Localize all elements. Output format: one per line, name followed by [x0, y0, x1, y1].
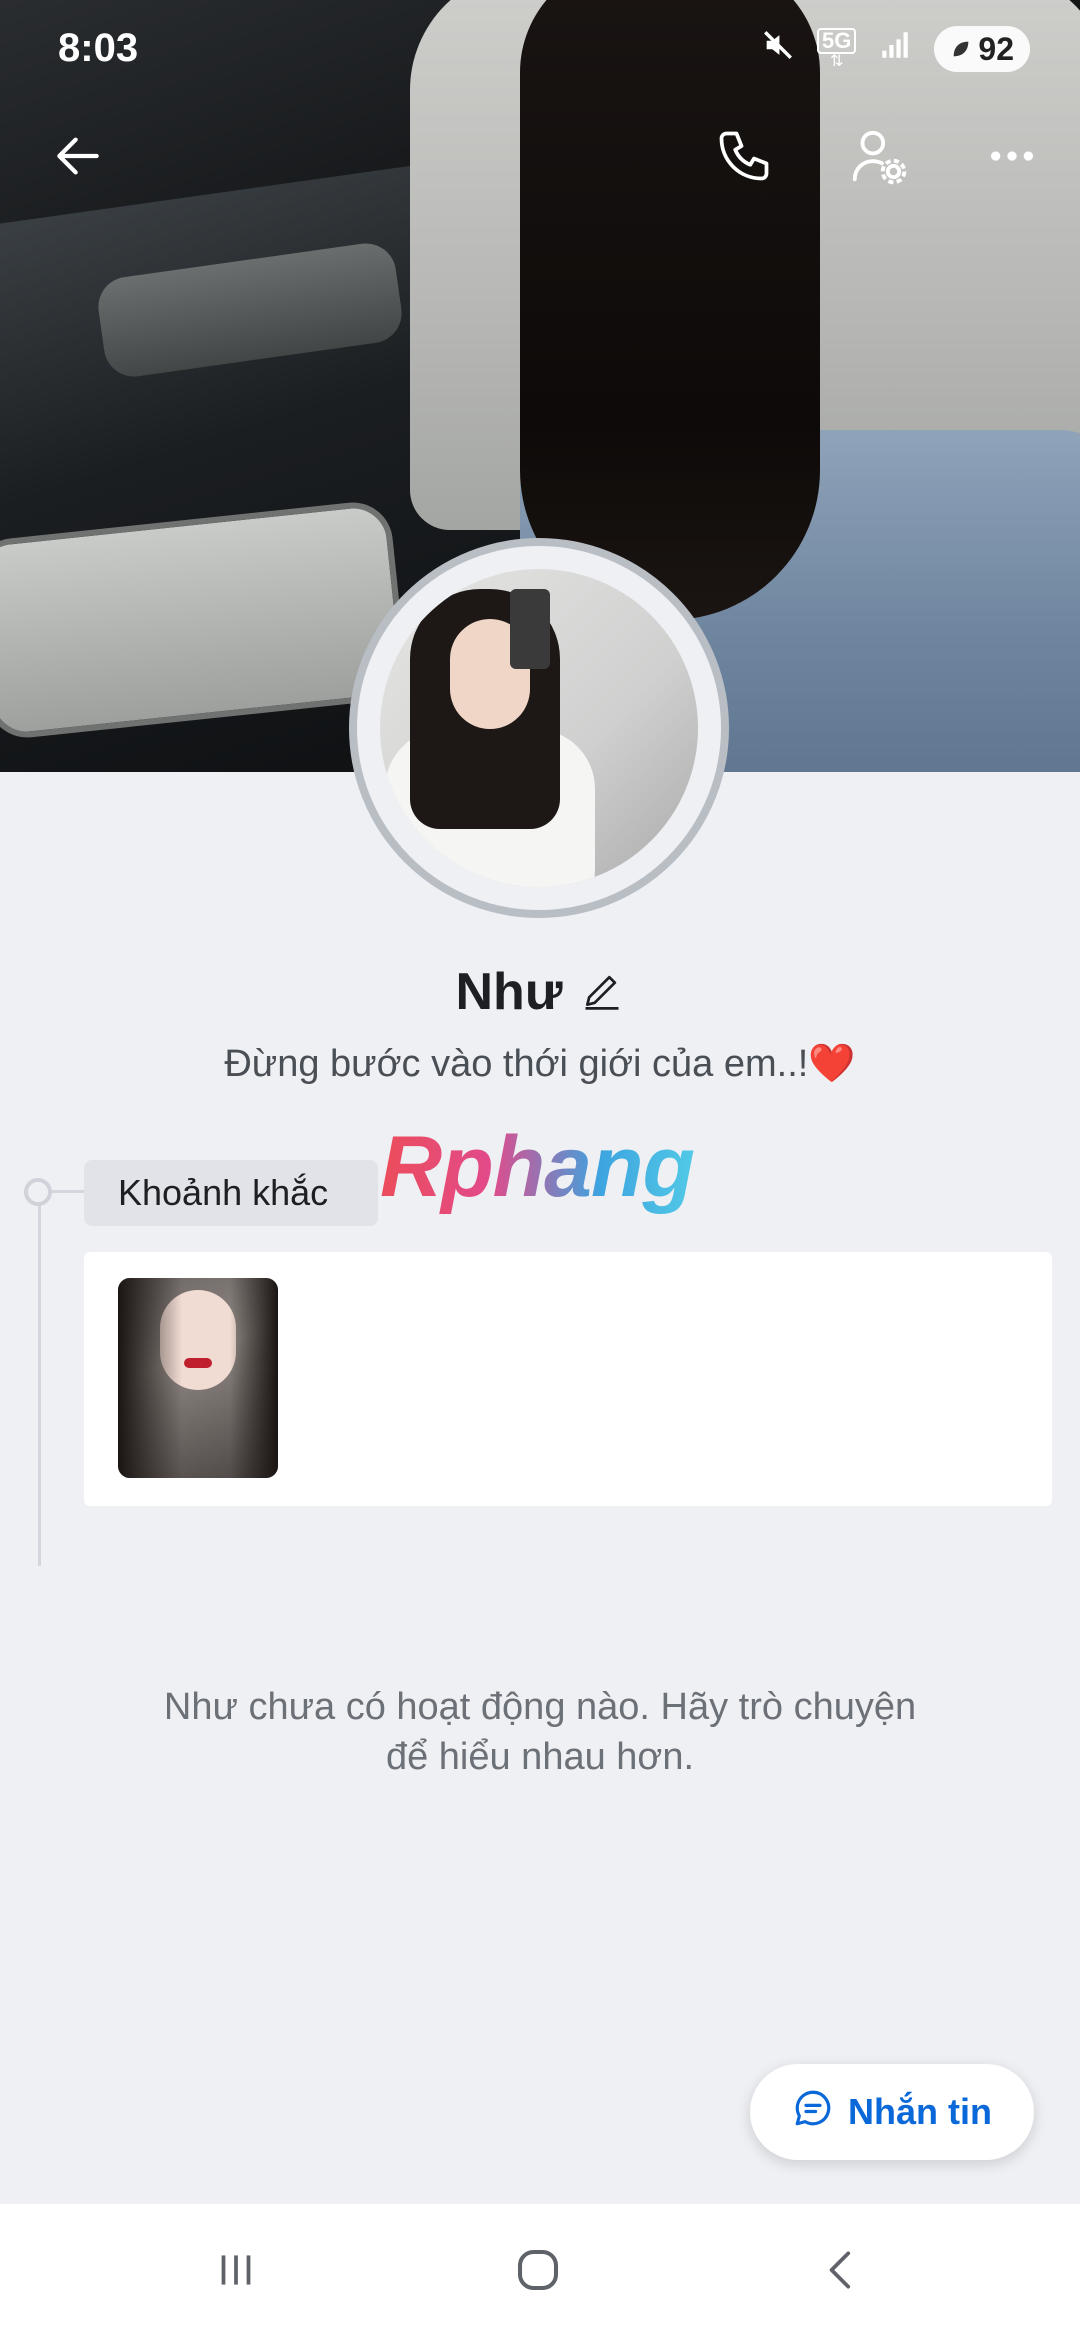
status-time: 8:03: [58, 26, 139, 70]
avatar[interactable]: [349, 538, 729, 918]
avatar-phone-shape: [510, 589, 550, 669]
profile-settings-button[interactable]: [838, 118, 918, 198]
empty-line-1: Như chưa có hoạt động nào. Hãy trò chuyệ…: [163, 1686, 917, 1728]
back-arrow-icon: [50, 128, 106, 189]
back-button[interactable]: [38, 118, 118, 198]
pencil-icon[interactable]: [580, 968, 624, 1017]
timeline-dot: [24, 1178, 52, 1206]
battery-level: 92: [978, 30, 1014, 67]
back-icon: [817, 2245, 867, 2300]
thumb-hair-shape: [118, 1278, 278, 1478]
thumb-lip-shape: [184, 1358, 212, 1368]
mute-icon: [761, 28, 795, 70]
chat-bubble-icon: [792, 2087, 834, 2138]
home-icon: [511, 2243, 565, 2302]
watermark-logo: Rphang: [380, 1119, 695, 1215]
home-button[interactable]: [458, 2204, 618, 2340]
profile-bio: Đừng bước vào thới giới của em..!❤️: [0, 1042, 1080, 1086]
phone-icon: [714, 126, 774, 191]
moments-label: Khoảnh khắc: [84, 1160, 378, 1226]
timeline-connector: [52, 1190, 84, 1193]
name-row: Như: [0, 962, 1080, 1022]
status-bar: 8:03 5G ⇅ 92: [0, 0, 1080, 100]
empty-state-text: Như chưa có hoạt động nào. Hãy trò chuyệ…: [100, 1682, 980, 1782]
moment-thumbnail[interactable]: [118, 1278, 278, 1478]
data-arrows-icon: ⇅: [830, 53, 844, 70]
signal-icon: [878, 28, 912, 70]
nav-back-button[interactable]: [762, 2204, 922, 2340]
status-icons: 5G ⇅ 92: [761, 26, 1030, 72]
heart-emoji: ❤️: [808, 1043, 856, 1085]
more-button[interactable]: [972, 118, 1052, 198]
message-button[interactable]: Nhắn tin: [750, 2064, 1034, 2160]
network-type: 5G: [817, 28, 857, 54]
moments-card: [84, 1252, 1052, 1506]
5g-icon: 5G ⇅: [817, 28, 857, 70]
empty-line-2: để hiểu nhau hơn.: [385, 1736, 695, 1778]
profile-name: Như: [455, 963, 563, 1021]
recents-icon: [211, 2245, 261, 2300]
system-nav-bar: [0, 2204, 1080, 2340]
battery-icon: 92: [934, 26, 1030, 72]
call-button[interactable]: [704, 118, 784, 198]
recents-button[interactable]: [156, 2204, 316, 2340]
message-button-label: Nhắn tin: [848, 2091, 992, 2132]
bio-text: Đừng bước vào thới giới của em..!: [224, 1043, 809, 1085]
profile-settings-icon: [847, 125, 909, 192]
timeline-line: [38, 1192, 41, 1566]
more-icon: [984, 128, 1040, 189]
avatar-image: [380, 569, 698, 887]
